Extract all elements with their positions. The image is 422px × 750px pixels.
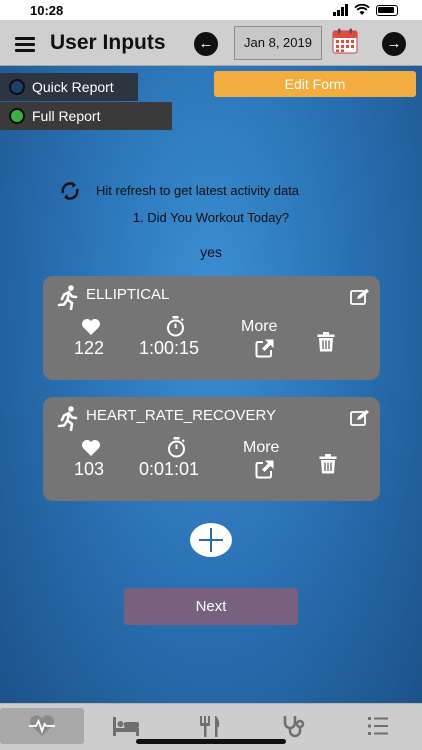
quick-report-radio[interactable] xyxy=(9,79,25,95)
next-date-button[interactable]: → xyxy=(382,32,406,56)
heart-icon xyxy=(82,319,100,335)
status-time: 10:28 xyxy=(30,3,64,18)
app-screen: 10:28 User Inputs ← Jan 8, 2019 → Quick … xyxy=(0,0,422,750)
more-label[interactable]: More xyxy=(243,439,279,457)
tab-list[interactable] xyxy=(336,708,420,744)
activity-name: HEART_RATE_RECOVERY xyxy=(86,407,277,424)
edit-icon[interactable] xyxy=(350,409,370,426)
edit-icon[interactable] xyxy=(350,288,370,305)
duration-value: 1:00:15 xyxy=(139,338,200,358)
nav-bar: User Inputs ← Jan 8, 2019 → xyxy=(0,20,422,66)
heart-rate-icon xyxy=(29,715,55,736)
status-bar: 10:28 xyxy=(0,0,422,20)
bed-icon xyxy=(113,717,139,736)
full-report-option[interactable]: Full Report xyxy=(0,102,172,130)
heart-icon xyxy=(82,440,100,456)
external-link-icon[interactable] xyxy=(255,459,275,479)
previous-date-button[interactable]: ← xyxy=(194,32,218,56)
runner-icon xyxy=(57,285,78,310)
activity-name: ELLIPTICAL xyxy=(86,286,170,303)
quick-report-option[interactable]: Quick Report xyxy=(0,73,138,101)
timer-icon xyxy=(167,316,184,337)
refresh-hint: Hit refresh to get latest activity data xyxy=(96,183,300,198)
quick-report-label: Quick Report xyxy=(32,79,114,95)
utensils-icon xyxy=(200,716,220,737)
menu-icon[interactable] xyxy=(15,37,35,52)
tab-activity[interactable] xyxy=(0,708,84,744)
calendar-icon[interactable] xyxy=(332,28,358,54)
home-indicator xyxy=(136,739,286,744)
next-button[interactable]: Next xyxy=(124,588,298,625)
add-activity-button[interactable] xyxy=(190,523,232,557)
stethoscope-icon xyxy=(283,716,305,738)
arrow-right-icon: → xyxy=(386,35,402,52)
edit-form-button[interactable]: Edit Form xyxy=(214,71,416,97)
refresh-icon[interactable] xyxy=(59,180,81,202)
workout-answer[interactable]: yes xyxy=(0,244,422,260)
cellular-signal-icon xyxy=(333,4,348,16)
heart-rate-value: 103 xyxy=(74,459,105,479)
status-icons xyxy=(333,4,398,16)
external-link-icon[interactable] xyxy=(255,338,275,358)
trash-icon[interactable] xyxy=(317,332,335,352)
trash-icon[interactable] xyxy=(319,454,337,474)
battery-icon xyxy=(376,5,398,16)
timer-icon xyxy=(168,437,185,458)
full-report-label: Full Report xyxy=(32,108,101,124)
duration-value: 0:01:01 xyxy=(139,459,200,479)
runner-icon xyxy=(57,406,78,431)
activity-card: ELLIPTICAL 122 1:00:15 More xyxy=(43,276,380,380)
activity-card: HEART_RATE_RECOVERY 103 0:01:01 More xyxy=(43,397,380,501)
workout-question: 1. Did You Workout Today? xyxy=(132,210,290,225)
page-title: User Inputs xyxy=(50,31,166,54)
wifi-icon xyxy=(354,4,370,15)
list-icon xyxy=(368,717,388,735)
more-label[interactable]: More xyxy=(241,318,277,336)
arrow-left-icon: ← xyxy=(198,35,214,52)
date-display[interactable]: Jan 8, 2019 xyxy=(234,26,322,60)
full-report-radio[interactable] xyxy=(9,108,25,124)
heart-rate-value: 122 xyxy=(74,338,105,358)
